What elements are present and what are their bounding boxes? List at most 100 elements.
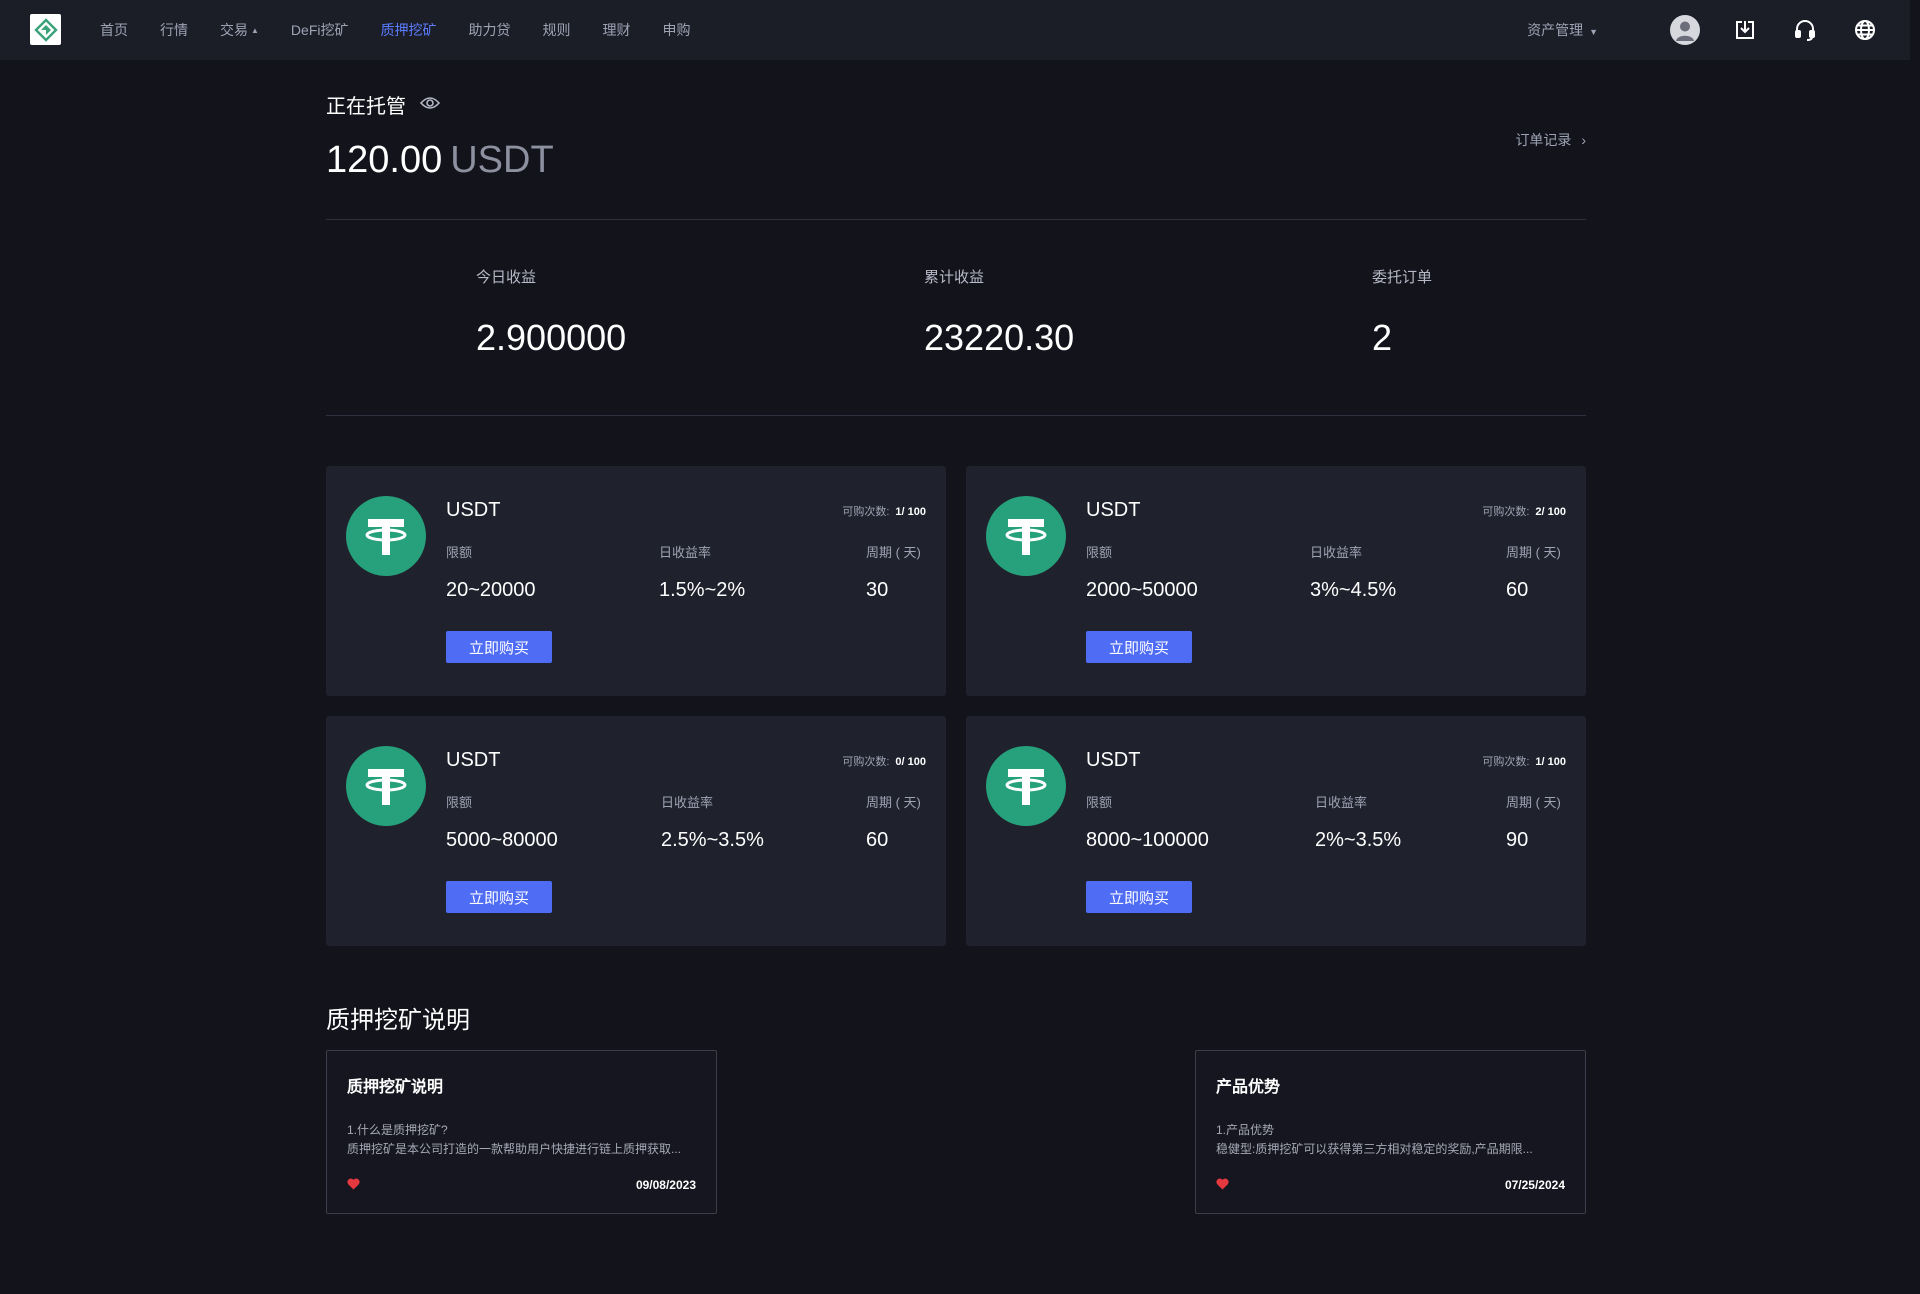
limit-column: 限额 2000~50000	[1086, 542, 1198, 602]
customer-service-button[interactable]	[1790, 15, 1820, 45]
article-date: 07/25/2024	[1504, 1178, 1565, 1192]
quota-label: 可购次数:	[1482, 756, 1530, 768]
limit-label: 限额	[446, 795, 473, 810]
product-card: USDT 可购次数: 2/ 100 限额 2000~50000 日收益率 3%~4…	[966, 466, 1586, 696]
article-card[interactable]: 质押挖矿说明 1.什么是质押挖矿? 质押挖矿是本公司打造的一款帮助用户快捷进行链…	[326, 1050, 717, 1214]
stat-orders: 委托订单 2	[1372, 266, 1432, 359]
eye-icon[interactable]	[419, 93, 441, 116]
quota-label: 可购次数:	[842, 506, 890, 518]
heart-icon[interactable]	[347, 1177, 360, 1195]
buy-now-button[interactable]: 立即购买	[1086, 881, 1192, 913]
nav-item-subscribe[interactable]: 申购	[662, 20, 690, 40]
download-button[interactable]	[1730, 15, 1760, 45]
download-icon	[1736, 21, 1754, 39]
rate-label: 日收益率	[659, 545, 712, 560]
stat-label: 累计收益	[924, 269, 985, 286]
coin-name: USDT	[446, 749, 501, 771]
hosting-amount-value: 120.00	[326, 139, 443, 181]
limit-label: 限额	[446, 545, 473, 560]
period-value: 60	[1506, 579, 1529, 601]
order-records-link[interactable]: 订单记录 ›	[1515, 130, 1586, 150]
nav-item-loan[interactable]: 助力贷	[468, 20, 510, 40]
nav-item-trade-label: 交易	[220, 22, 248, 38]
limit-column: 限额 20~20000	[446, 542, 536, 602]
article-card[interactable]: 产品优势 1.产品优势 稳健型:质押挖矿可以获得第三方相对稳定的奖励,产品期限.…	[1195, 1050, 1586, 1214]
user-avatar-button[interactable]	[1670, 15, 1700, 45]
tether-icon	[346, 746, 426, 826]
article-date: 09/08/2023	[635, 1178, 696, 1192]
stat-value: 2	[1372, 317, 1393, 358]
buy-now-button[interactable]: 立即购买	[446, 881, 552, 913]
user-icon	[1676, 21, 1694, 41]
rate-label: 日收益率	[1315, 795, 1368, 810]
purchase-quota: 可购次数: 2/ 100	[1482, 503, 1566, 519]
buy-now-button[interactable]: 立即购买	[446, 631, 552, 663]
hosting-amount: 120.00 USDT	[326, 139, 1586, 182]
nav-item-finance[interactable]: 理财	[602, 20, 630, 40]
coin-name: USDT	[1086, 499, 1141, 521]
article-excerpt: 稳健型:质押挖矿可以获得第三方相对稳定的奖励,产品期限...	[1216, 1142, 1533, 1156]
asset-management-label: 资产管理	[1527, 22, 1584, 38]
rate-value: 3%~4.5%	[1310, 579, 1397, 601]
hosting-amount-unit: USDT	[450, 139, 554, 181]
quota-value: 2/ 100	[1535, 506, 1566, 518]
chevron-right-icon: ›	[1581, 132, 1586, 148]
period-value: 90	[1506, 829, 1529, 851]
purchase-quota: 可购次数: 0/ 100	[842, 753, 926, 769]
quota-label: 可购次数:	[842, 756, 890, 768]
limit-label: 限额	[1086, 545, 1113, 560]
top-navbar: 首页 行情 交易 ▲ DeFi挖矿 质押挖矿 助力贷 规则 理财 申购 资产管理 ▼	[0, 0, 1910, 60]
logo[interactable]	[30, 14, 61, 45]
stat-label: 委托订单	[1372, 269, 1433, 286]
period-label: 周期 ( 天)	[1506, 545, 1561, 560]
article-title: 质押挖矿说明	[347, 1079, 444, 1096]
main-nav: 首页 行情 交易 ▲ DeFi挖矿 质押挖矿 助力贷 规则 理财 申购	[84, 0, 706, 60]
hosting-title: 正在托管	[326, 90, 1586, 119]
earnings-stats: 今日收益 2.900000 累计收益 23220.30 委托订单 2	[326, 266, 1586, 366]
header-tools: 资产管理 ▼	[1527, 0, 1880, 60]
hosting-summary: 正在托管 120.00 USDT 订单记录 ›	[326, 90, 1586, 182]
buy-now-button[interactable]: 立即购买	[1086, 631, 1192, 663]
nav-item-market[interactable]: 行情	[160, 20, 188, 40]
language-button[interactable]	[1850, 15, 1880, 45]
nav-item-trade[interactable]: 交易 ▲	[220, 20, 259, 40]
stat-value: 2.900000	[476, 317, 627, 358]
limit-value: 2000~50000	[1086, 579, 1198, 601]
product-card: USDT 可购次数: 1/ 100 限额 8000~100000 日收益率 2%~…	[966, 716, 1586, 946]
quota-value: 1/ 100	[895, 506, 926, 518]
asset-management-menu[interactable]: 资产管理 ▼	[1527, 20, 1598, 40]
period-column: 周期 ( 天) 60	[1506, 542, 1561, 602]
logo-icon	[33, 17, 58, 42]
quota-label: 可购次数:	[1482, 506, 1530, 518]
period-label: 周期 ( 天)	[866, 545, 921, 560]
heart-icon[interactable]	[1216, 1177, 1229, 1195]
quota-value: 1/ 100	[1535, 756, 1566, 768]
order-records-label: 订单记录	[1515, 132, 1572, 148]
article-excerpt: 质押挖矿是本公司打造的一款帮助用户快捷进行链上质押获取...	[347, 1142, 682, 1156]
nav-item-staking-mining[interactable]: 质押挖矿	[380, 20, 436, 40]
rate-column: 日收益率 2.5%~3.5%	[661, 792, 764, 852]
rate-label: 日收益率	[1310, 545, 1363, 560]
limit-value: 20~20000	[446, 579, 536, 601]
purchase-quota: 可购次数: 1/ 100	[842, 503, 926, 519]
coin-name: USDT	[446, 499, 501, 521]
period-value: 60	[866, 829, 889, 851]
nav-item-defi-mining[interactable]: DeFi挖矿	[291, 20, 349, 40]
stat-today-earnings: 今日收益 2.900000	[476, 266, 626, 359]
section-title: 质押挖矿说明	[326, 1007, 470, 1034]
period-label: 周期 ( 天)	[866, 795, 921, 810]
divider	[326, 219, 1586, 220]
rate-label: 日收益率	[661, 795, 714, 810]
caret-up-icon: ▲	[251, 26, 259, 35]
nav-item-home[interactable]: 首页	[100, 20, 128, 40]
product-card: USDT 可购次数: 1/ 100 限额 20~20000 日收益率 1.5%~2…	[326, 466, 946, 696]
stat-total-earnings: 累计收益 23220.30	[924, 266, 1074, 359]
period-value: 30	[866, 579, 889, 601]
rate-value: 2%~3.5%	[1315, 829, 1402, 851]
period-column: 周期 ( 天) 60	[866, 792, 921, 852]
period-column: 周期 ( 天) 90	[1506, 792, 1561, 852]
period-column: 周期 ( 天) 30	[866, 542, 921, 602]
period-label: 周期 ( 天)	[1506, 795, 1561, 810]
nav-item-rules[interactable]: 规则	[542, 20, 570, 40]
tether-icon	[346, 496, 426, 576]
